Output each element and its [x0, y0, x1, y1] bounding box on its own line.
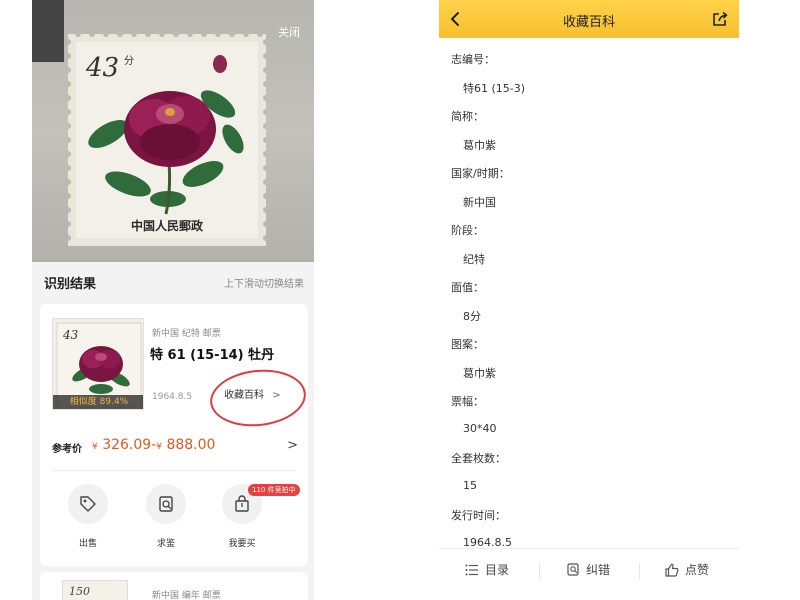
appraise-label: 求鉴 — [156, 539, 175, 549]
like-button[interactable]: 点赞 — [665, 561, 709, 578]
reference-price: ¥ 326.09-¥ 888.00 — [92, 437, 215, 453]
currency-symbol: ¥ — [156, 442, 162, 452]
annotation-circle — [207, 365, 309, 431]
buy-label: 我要买 — [228, 539, 256, 549]
field-value: 特61 (15-3) — [463, 82, 526, 95]
field-row: 图案： 葛巾紫 — [439, 323, 739, 380]
field-label: 志编号： — [451, 53, 495, 66]
stamp-unit: 分 — [124, 55, 134, 67]
item-meta: 新中国 编年 邮票 — [152, 591, 221, 600]
stamp-denomination: 43 — [85, 53, 119, 83]
field-row: 票幅： 30*40 — [439, 380, 739, 437]
result-hint: 上下滑动切换结果 — [224, 279, 304, 290]
result-title: 识别结果 — [44, 277, 97, 292]
field-list: 志编号： 特61 (15-3) 简称： 葛巾紫 国家/时期： 新中国 阶段： 纪特 面值： 8分图… — [439, 38, 739, 551]
similarity-badge: 相似度 89.4% — [53, 395, 143, 409]
field-label: 票幅： — [451, 395, 484, 408]
divider — [52, 470, 296, 471]
price-high: 888.00 — [166, 437, 216, 453]
result-card[interactable]: 43 相似度 89.4% 新中国 纪特 邮票 特 61 (15-14) 牡丹 1… — [40, 304, 309, 566]
like-label: 点赞 — [685, 563, 710, 577]
field-value: 30*40 — [463, 422, 497, 435]
auction-count-badge: 110 件竞拍中 — [248, 484, 300, 496]
field-label: 图案： — [451, 338, 484, 351]
field-value: 纪特 — [463, 253, 485, 266]
sell-label: 出售 — [78, 539, 97, 549]
field-label: 国家/时期： — [451, 167, 510, 180]
item-name[interactable]: 特 61 (15-14) 牡丹 — [150, 344, 274, 363]
field-value: 葛巾紫 — [463, 139, 496, 152]
field-row: 志编号： 特61 (15-3) — [439, 38, 739, 95]
field-value: 新中国 — [463, 196, 496, 209]
appraise-icon — [146, 484, 186, 524]
chevron-right-icon[interactable]: > — [287, 438, 298, 453]
correct-label: 纠错 — [586, 563, 611, 577]
field-row: 发行时间： 1964.8.5 — [439, 494, 739, 551]
stamp-country-text: 中国人民郵政 — [131, 218, 204, 233]
price-low: 326.09 — [102, 437, 152, 453]
thumbnail-denomination: 43 — [62, 328, 79, 342]
catalog-button[interactable]: 目录 — [465, 561, 509, 578]
thumbnail-denomination: 150 — [69, 585, 90, 598]
result-header: 识别结果 上下滑动切换结果 — [32, 262, 314, 300]
thumbs-up-icon — [665, 563, 679, 577]
field-label: 阶段： — [451, 224, 484, 237]
correct-error-button[interactable]: 纠错 — [567, 561, 610, 578]
divider — [539, 563, 540, 579]
field-label: 面值： — [451, 281, 484, 294]
result-thumbnail[interactable]: 43 相似度 89.4% — [52, 318, 144, 410]
tag-icon — [68, 484, 108, 524]
divider — [639, 563, 640, 579]
encyclopedia-panel: 收藏百科 志编号： 特61 (15-3) 简称： 葛巾紫 国家/时期： 新中国 阶段： 纪特面… — [439, 0, 739, 600]
sell-button[interactable]: 出售 — [64, 484, 112, 549]
bottom-bar: 目录 纠错 点赞 — [439, 548, 739, 592]
reference-price-label: 参考价 — [52, 444, 82, 455]
field-label: 全套枚数： — [451, 452, 506, 465]
item-date: 1964.8.5 — [152, 392, 193, 402]
result-card[interactable]: 150 新中国 编年 邮票 — [40, 572, 308, 600]
field-label: 发行时间： — [451, 509, 506, 522]
item-meta: 新中国 纪特 邮票 — [152, 329, 221, 339]
stamp-photo: 43 分 中国人民郵政 关闭 — [32, 0, 314, 262]
appraise-button[interactable]: 求鉴 — [142, 484, 190, 549]
field-value: 15 — [463, 479, 477, 492]
page-title: 收藏百科 — [562, 15, 615, 30]
currency-symbol: ¥ — [92, 442, 98, 452]
field-label: 简称： — [451, 110, 484, 123]
catalog-label: 目录 — [485, 563, 510, 577]
dark-corner — [32, 0, 64, 62]
share-icon[interactable] — [711, 10, 729, 28]
field-row: 国家/时期： 新中国 — [439, 152, 739, 209]
recognition-panel: 43 分 中国人民郵政 关闭 识别结果 上下滑动切换结果 43 相似度 89.4… — [32, 0, 314, 600]
result-thumbnail[interactable]: 150 — [62, 580, 128, 600]
field-value: 8分 — [463, 310, 481, 323]
top-bar: 收藏百科 — [439, 0, 739, 38]
list-icon — [465, 564, 478, 575]
field-row: 全套枚数： 15 — [439, 437, 739, 494]
field-row: 面值： 8分 — [439, 266, 739, 323]
correct-icon — [567, 563, 579, 576]
field-row: 简称： 葛巾紫 — [439, 95, 739, 152]
field-value: 葛巾紫 — [463, 367, 496, 380]
field-row: 阶段： 纪特 — [439, 209, 739, 266]
stamp-image: 43 分 中国人民郵政 — [68, 34, 266, 246]
close-button[interactable]: 关闭 — [278, 24, 300, 40]
